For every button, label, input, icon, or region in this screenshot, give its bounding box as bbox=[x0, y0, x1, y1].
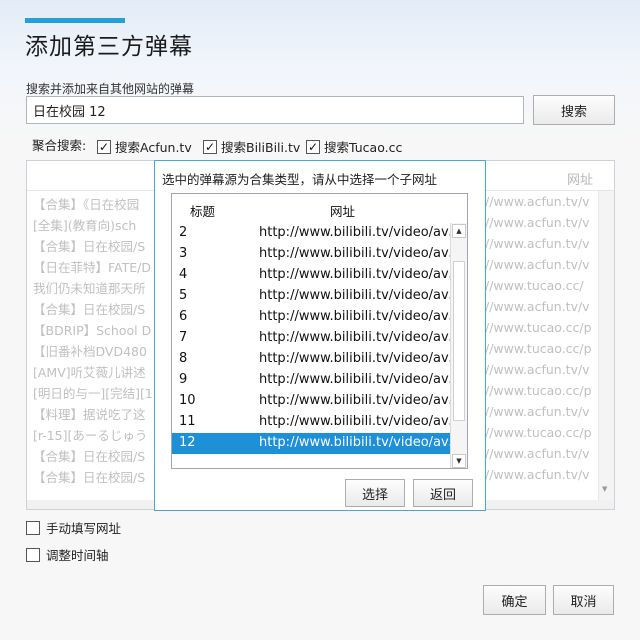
tucao-checkbox[interactable]: ✓ bbox=[306, 139, 320, 154]
title-accent-bar bbox=[25, 18, 125, 23]
source-acfun[interactable]: ✓ 搜索Acfun.tv bbox=[97, 137, 192, 156]
sub-url-address: http://www.bilibili.tv/video/av5 bbox=[259, 393, 451, 408]
adjust-timeline-checkbox[interactable] bbox=[26, 547, 40, 562]
manual-url-label: 手动填写网址 bbox=[46, 521, 122, 536]
result-title[interactable]: 【日在菲特】FATE/D bbox=[33, 257, 151, 278]
sub-url-title: 11 bbox=[179, 414, 196, 429]
sub-url-address: http://www.bilibili.tv/video/av5 bbox=[259, 414, 451, 429]
sub-url-address: http://www.bilibili.tv/video/av5 bbox=[259, 330, 451, 345]
col-header-title: 标题 bbox=[190, 204, 216, 219]
sub-url-row[interactable]: 10 http://www.bilibili.tv/video/av5 bbox=[172, 391, 451, 412]
result-title[interactable]: 【合集】《日在校园 bbox=[33, 194, 139, 215]
acfun-label: 搜索Acfun.tv bbox=[115, 140, 192, 155]
result-title[interactable]: 【料理】据说吃了这 bbox=[33, 404, 146, 425]
result-url[interactable]: //www.acfun.tv/v bbox=[485, 362, 590, 383]
result-url[interactable]: //www.acfun.tv/v bbox=[485, 194, 590, 215]
result-url[interactable]: //www.tucao.cc/p bbox=[485, 341, 592, 362]
result-title[interactable]: [明日的与一][完结][1 bbox=[33, 383, 153, 404]
sub-url-row[interactable]: 4 http://www.bilibili.tv/video/av5 bbox=[172, 265, 451, 286]
bilibili-checkbox[interactable]: ✓ bbox=[203, 139, 217, 154]
sub-url-title: 2 bbox=[179, 225, 188, 240]
adjust-timeline-label: 调整时间轴 bbox=[46, 548, 109, 563]
cancel-button[interactable]: 取消 bbox=[553, 585, 614, 615]
sub-url-address: http://www.bilibili.tv/video/av5 bbox=[259, 246, 451, 261]
sub-url-title: 9 bbox=[179, 372, 188, 387]
sub-url-title: 12 bbox=[179, 435, 196, 450]
result-title[interactable]: 【旧番补档DVD480 bbox=[33, 341, 147, 362]
sub-url-row[interactable]: 8 http://www.bilibili.tv/video/av5 bbox=[172, 349, 451, 370]
results-vertical-scrollbar[interactable]: ▼ bbox=[598, 191, 614, 501]
result-title[interactable]: 我们仍未知道那天所 bbox=[33, 278, 146, 299]
picker-message: 选中的弹幕源为合集类型，请从中选择一个子网址 bbox=[162, 172, 438, 187]
sub-url-address: http://www.bilibili.tv/video/av5 bbox=[259, 435, 451, 450]
result-title[interactable]: [全集](教育向)sch bbox=[33, 215, 136, 236]
search-label: 搜索并添加来自其他网站的弹幕 bbox=[26, 82, 195, 96]
result-url[interactable]: //www.acfun.tv/v bbox=[485, 215, 590, 236]
result-url[interactable]: //www.acfun.tv/v bbox=[485, 257, 590, 278]
sub-url-scrollbar[interactable]: ▲ ▼ bbox=[450, 223, 467, 468]
aggregate-search-label: 聚合搜索: bbox=[32, 138, 87, 153]
sub-url-address: http://www.bilibili.tv/video/av5 bbox=[259, 267, 451, 282]
manual-url-option[interactable]: 手动填写网址 bbox=[26, 518, 121, 537]
search-input[interactable] bbox=[26, 96, 524, 124]
sub-url-address: http://www.bilibili.tv/video/av5 bbox=[259, 372, 451, 387]
sub-url-address: http://www.bilibili.tv/video/av5 bbox=[259, 225, 451, 240]
acfun-checkbox[interactable]: ✓ bbox=[97, 139, 111, 154]
scroll-down-icon[interactable]: ▼ bbox=[452, 454, 466, 468]
scroll-up-icon[interactable]: ▲ bbox=[452, 224, 466, 238]
sub-url-title: 8 bbox=[179, 351, 188, 366]
sub-url-address: http://www.bilibili.tv/video/av5 bbox=[259, 309, 451, 324]
dialog-title: 添加第三方弹幕 bbox=[25, 34, 193, 60]
result-title[interactable]: 【合集】日在校园/S bbox=[33, 446, 145, 467]
sub-url-row[interactable]: 5 http://www.bilibili.tv/video/av5 bbox=[172, 286, 451, 307]
sub-url-address: http://www.bilibili.tv/video/av5 bbox=[259, 351, 451, 366]
scroll-thumb[interactable] bbox=[453, 261, 465, 421]
result-url[interactable]: //www.tucao.cc/p bbox=[485, 425, 592, 446]
sub-url-address: http://www.bilibili.tv/video/av5 bbox=[259, 288, 451, 303]
back-button[interactable]: 返回 bbox=[413, 479, 473, 507]
result-title[interactable]: 【合集】日在校园/S bbox=[33, 236, 145, 257]
result-url[interactable]: //www.tucao.cc/ bbox=[485, 278, 584, 299]
result-url[interactable]: //www.acfun.tv/v bbox=[485, 236, 590, 257]
result-url[interactable]: //www.tucao.cc/p bbox=[485, 320, 592, 341]
sub-url-row[interactable]: 2 http://www.bilibili.tv/video/av5 bbox=[172, 223, 451, 244]
result-url[interactable]: //www.tucao.cc/p bbox=[485, 383, 592, 404]
sub-url-title: 5 bbox=[179, 288, 188, 303]
results-scroll-down-icon[interactable]: ▼ bbox=[602, 485, 607, 493]
sub-url-row[interactable]: 12 http://www.bilibili.tv/video/av5 bbox=[172, 433, 451, 454]
sub-url-title: 4 bbox=[179, 267, 188, 282]
sub-url-row[interactable]: 6 http://www.bilibili.tv/video/av5 bbox=[172, 307, 451, 328]
result-title[interactable]: 【合集】日在校园/S bbox=[33, 467, 145, 488]
sub-url-row[interactable]: 9 http://www.bilibili.tv/video/av5 bbox=[172, 370, 451, 391]
bilibili-label: 搜索BiliBili.tv bbox=[221, 140, 301, 155]
sub-url-list[interactable]: 标题 网址 2 http://www.bilibili.tv/video/av5 3… bbox=[171, 193, 468, 469]
result-title[interactable]: [r-15][あーるじゅう bbox=[33, 425, 147, 446]
result-title[interactable]: 【BDRIP】School D bbox=[33, 320, 151, 341]
source-tucao[interactable]: ✓ 搜索Tucao.cc bbox=[306, 137, 402, 156]
results-url-header: 网址 bbox=[567, 173, 594, 188]
result-url[interactable]: //www.acfun.tv/v bbox=[485, 404, 590, 425]
result-url[interactable]: //www.acfun.tv/v bbox=[485, 446, 590, 467]
manual-url-checkbox[interactable] bbox=[26, 520, 40, 535]
col-header-url: 网址 bbox=[330, 204, 356, 219]
sub-url-title: 6 bbox=[179, 309, 188, 324]
result-url[interactable]: //www.acfun.tv/v bbox=[485, 299, 590, 320]
tucao-label: 搜索Tucao.cc bbox=[324, 140, 403, 155]
sub-url-title: 7 bbox=[179, 330, 188, 345]
source-bilibili[interactable]: ✓ 搜索BiliBili.tv bbox=[203, 137, 300, 156]
result-url[interactable]: //www.acfun.tv/v bbox=[485, 467, 590, 488]
select-button[interactable]: 选择 bbox=[345, 479, 405, 507]
sub-url-row[interactable]: 3 http://www.bilibili.tv/video/av5 bbox=[172, 244, 451, 265]
result-title[interactable]: [AMV]听艾薇儿讲述 bbox=[33, 362, 146, 383]
search-button[interactable]: 搜索 bbox=[533, 95, 615, 125]
sub-url-row[interactable]: 7 http://www.bilibili.tv/video/av5 bbox=[172, 328, 451, 349]
ok-button[interactable]: 确定 bbox=[483, 585, 546, 615]
sub-url-row[interactable]: 11 http://www.bilibili.tv/video/av5 bbox=[172, 412, 451, 433]
adjust-timeline-option[interactable]: 调整时间轴 bbox=[26, 545, 109, 564]
sub-url-picker-dialog: 选中的弹幕源为合集类型，请从中选择一个子网址 标题 网址 2 http://www… bbox=[154, 160, 486, 511]
sub-url-title: 3 bbox=[179, 246, 188, 261]
result-title[interactable]: 【合集】日在校园/S bbox=[33, 299, 145, 320]
sub-url-title: 10 bbox=[179, 393, 196, 408]
